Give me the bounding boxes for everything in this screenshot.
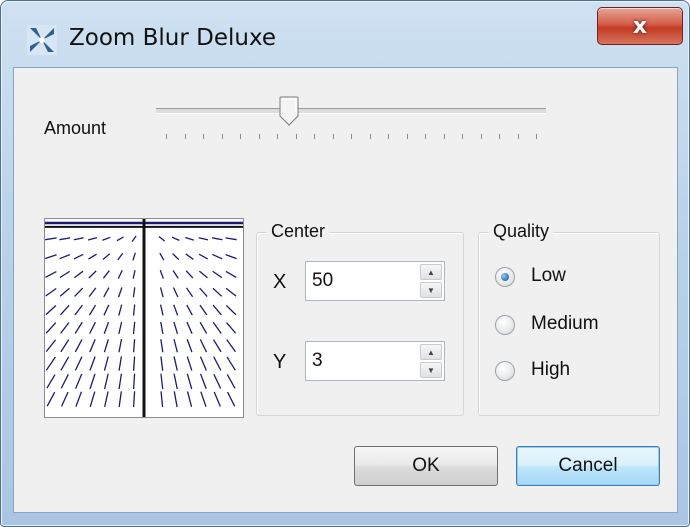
slider-tick [425, 134, 426, 139]
center-x-spinner: ▲ ▼ [420, 264, 442, 298]
arrow-up-icon: ▲ [427, 347, 435, 357]
center-x-input[interactable]: 50 ▲ ▼ [305, 261, 445, 301]
center-x-value: 50 [312, 270, 334, 291]
zoom-preview [44, 218, 244, 418]
slider-tick [221, 134, 223, 139]
center-y-input[interactable]: 3 ▲ ▼ [305, 341, 445, 381]
amount-label: Amount [44, 118, 107, 138]
title-bar[interactable]: Zoom Blur Deluxe x [1, 1, 689, 67]
slider-tick [406, 134, 408, 139]
slider-tick [332, 134, 334, 139]
center-y-spinner: ▲ ▼ [420, 344, 442, 378]
center-y-up-button[interactable]: ▲ [420, 344, 442, 360]
arrow-down-icon: ▼ [427, 365, 435, 375]
slider-tick [240, 134, 241, 139]
amount-slider[interactable] [156, 108, 546, 114]
dialog-body: Amount Center X 50 ▲ ▼ Y 3 ▲ ▼ Quality L… [13, 67, 678, 513]
center-y-value: 3 [312, 350, 323, 371]
slider-tick [203, 134, 204, 139]
center-group: Center X 50 ▲ ▼ Y 3 ▲ ▼ [256, 221, 464, 416]
slider-tick [277, 134, 278, 139]
close-button[interactable]: x [597, 7, 683, 45]
slider-tick [314, 134, 315, 139]
slider-tick [166, 134, 167, 139]
arrow-up-icon: ▲ [427, 267, 435, 277]
center-y-label: Y [273, 351, 287, 373]
center-group-title: Center [267, 221, 330, 242]
ok-button[interactable]: OK [354, 446, 498, 486]
slider-tick [536, 134, 537, 139]
quality-group-title: Quality [489, 221, 554, 242]
quality-medium-label[interactable]: Medium [531, 313, 599, 335]
slider-tick [517, 134, 519, 139]
zoom-blur-icon [27, 25, 57, 55]
quality-group: Quality Low Medium High [478, 221, 660, 416]
quality-high-label[interactable]: High [531, 359, 570, 381]
slider-tick [184, 134, 186, 139]
slider-tick [351, 134, 352, 139]
slider-tick [462, 134, 463, 139]
quality-high-radio[interactable] [495, 361, 515, 381]
center-x-label: X [273, 271, 287, 293]
dialog-window: Zoom Blur Deluxe x Amount Center X 50 ▲ … [0, 0, 690, 527]
arrow-down-icon: ▼ [427, 285, 435, 295]
close-icon: x [632, 13, 648, 39]
window-title: Zoom Blur Deluxe [69, 25, 277, 51]
quality-low-radio[interactable] [495, 267, 515, 287]
slider-tick [388, 134, 389, 139]
center-y-down-button[interactable]: ▼ [420, 362, 442, 378]
quality-low-label[interactable]: Low [531, 265, 566, 287]
amount-slider-thumb[interactable] [279, 96, 299, 126]
slider-tick [480, 134, 482, 139]
slider-tick [443, 134, 445, 139]
cancel-button[interactable]: Cancel [516, 446, 660, 486]
center-x-up-button[interactable]: ▲ [420, 264, 442, 280]
center-x-down-button[interactable]: ▼ [420, 282, 442, 298]
slider-tick [369, 134, 371, 139]
slider-tick [499, 134, 500, 139]
slider-tick [295, 134, 297, 139]
quality-medium-radio[interactable] [495, 315, 515, 335]
slider-tick [258, 134, 260, 139]
